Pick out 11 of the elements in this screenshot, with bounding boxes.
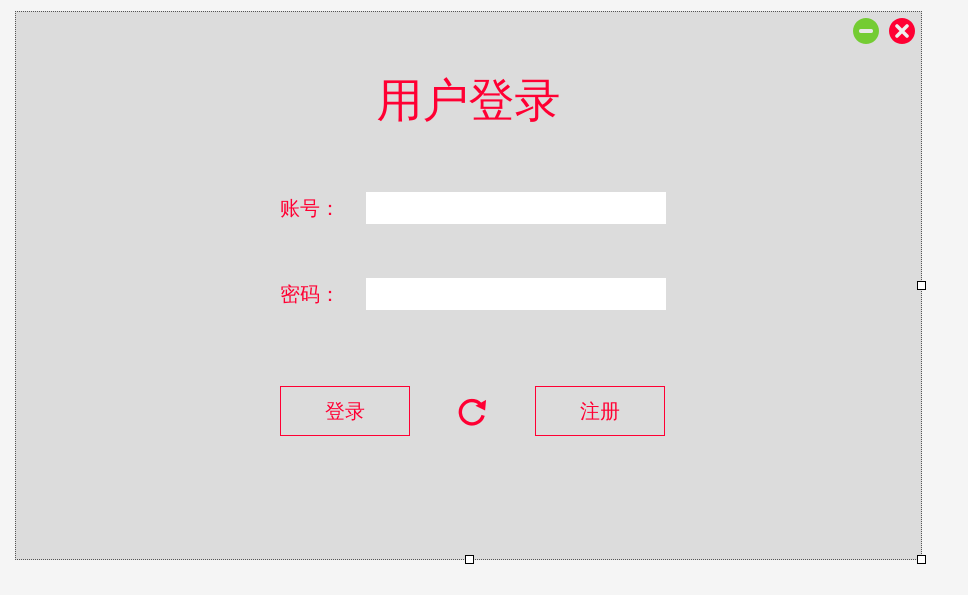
input-field[interactable] xyxy=(366,192,666,224)
field-label: 密码： xyxy=(280,280,341,308)
resize-handle[interactable] xyxy=(465,555,474,564)
login-title: 用户登录 xyxy=(376,72,562,129)
resize-handle[interactable] xyxy=(917,281,926,290)
input-field[interactable] xyxy=(366,278,666,310)
login-button[interactable]: 登录 xyxy=(280,386,410,436)
register-button[interactable]: 注册 xyxy=(535,386,665,436)
field-label: 账号： xyxy=(280,194,341,222)
resize-handle[interactable] xyxy=(917,555,926,564)
close-icon[interactable] xyxy=(888,17,916,45)
